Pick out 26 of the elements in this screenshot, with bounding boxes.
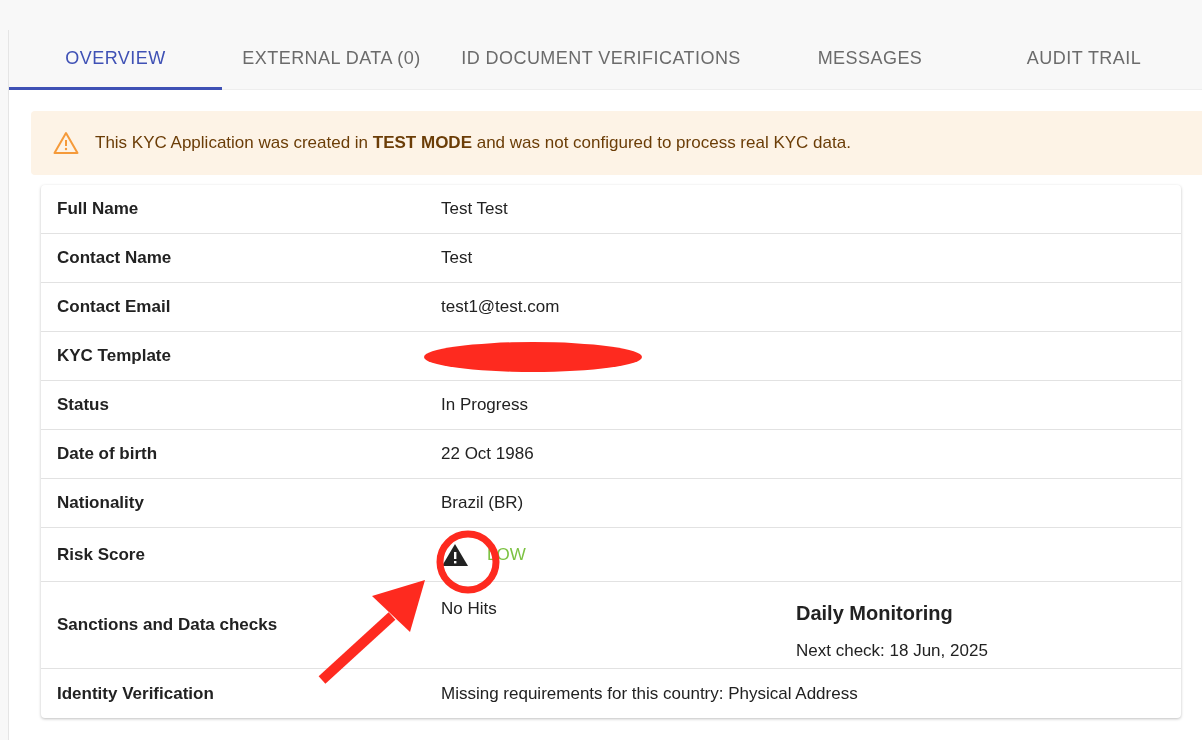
tab[interactable]: OVERVIEW — [9, 30, 222, 90]
field-label: Sanctions and Data checks — [57, 614, 278, 637]
field-value: test1@test.com — [441, 296, 560, 319]
tab[interactable]: ID DOCUMENT VERIFICATIONS — [441, 30, 761, 90]
field-label: Date of birth — [57, 443, 158, 466]
field-value: No Hits — [441, 599, 497, 618]
field-value: 22 Oct 1986 — [441, 443, 534, 466]
next-check-date: Next check: 18 Jun, 2025 — [796, 640, 988, 662]
tab[interactable]: EXTERNAL DATA (0) — [222, 30, 441, 90]
field-value: In Progress — [441, 394, 528, 417]
tab[interactable]: MESSAGES — [761, 30, 979, 90]
field-label: Risk Score — [57, 543, 145, 566]
field-label: Status — [57, 394, 109, 417]
field-label: Full Name — [57, 198, 139, 221]
field-label: KYC Template — [57, 345, 171, 368]
warning-message: This KYC Application was created in TEST MODE and was not configured to process real KYC data. — [95, 132, 851, 155]
field-label: Identity Verification — [57, 682, 214, 705]
field-value: Test Test — [441, 198, 508, 221]
field-label: Nationality — [57, 492, 144, 515]
tab[interactable]: AUDIT TRAIL — [979, 30, 1189, 90]
field-value: Brazil (BR) — [441, 492, 524, 515]
field-label: Contact Email — [57, 296, 171, 319]
field-value: Test — [441, 247, 473, 270]
field-value: Missing requirements for this country: Physical Address — [441, 682, 858, 705]
monitoring-title: Daily Monitoring — [796, 601, 954, 626]
field-label: Contact Name — [57, 247, 172, 270]
